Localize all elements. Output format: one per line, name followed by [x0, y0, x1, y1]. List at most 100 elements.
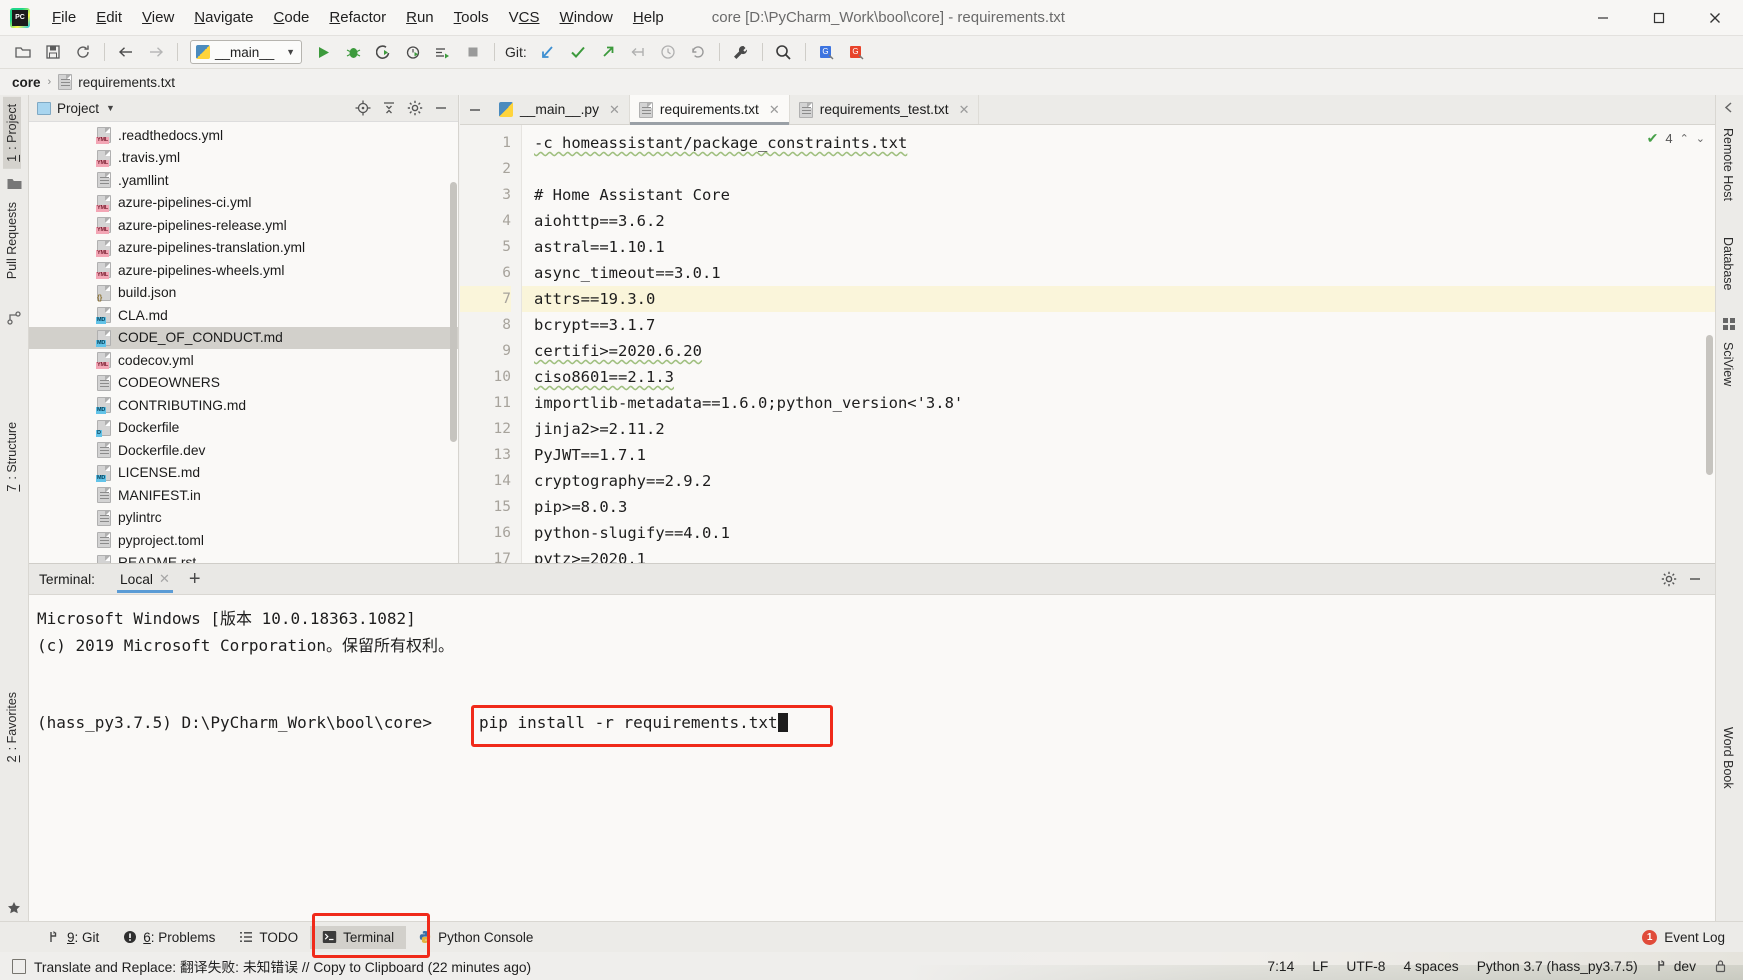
collapse-all-icon[interactable] [378, 98, 400, 118]
list-item[interactable]: MD LICENSE.md [29, 462, 458, 485]
debug-button[interactable] [338, 39, 368, 65]
list-item[interactable]: {} build.json [29, 282, 458, 305]
line-separator[interactable]: LF [1312, 959, 1328, 974]
collapse-right-icon[interactable] [1722, 101, 1737, 114]
hide-panel-icon[interactable] [430, 98, 452, 118]
bottom-tab-todo[interactable]: TODO [227, 926, 310, 949]
stop-button[interactable] [458, 39, 488, 65]
code-editor[interactable]: 1 2 3 4 5 6 7 8 9 10 11 12 13 14 15 16 1… [460, 125, 1715, 563]
sidebar-tab-database[interactable]: Database [1719, 230, 1737, 298]
event-log-button[interactable]: 1 Event Log [1642, 929, 1743, 945]
run-coverage-button[interactable] [368, 39, 398, 65]
breadcrumb-root[interactable]: core [12, 75, 41, 90]
git-branch-indicator[interactable]: dev [1656, 959, 1696, 974]
back-arrow-icon[interactable] [111, 39, 141, 65]
project-scrollbar[interactable] [450, 182, 457, 442]
gear-icon[interactable] [1661, 571, 1677, 587]
list-item[interactable]: pyproject.toml [29, 529, 458, 552]
git-push-icon[interactable] [593, 39, 623, 65]
bottom-tab-problems[interactable]: 6: Problems [111, 926, 227, 949]
git-merge-icon[interactable] [623, 39, 653, 65]
indent-setting[interactable]: 4 spaces [1403, 959, 1458, 974]
git-commit-icon[interactable] [563, 39, 593, 65]
translate-red-icon[interactable]: G [842, 39, 872, 65]
new-terminal-button[interactable]: + [189, 569, 201, 589]
list-item[interactable]: YML .readthedocs.yml [29, 124, 458, 147]
list-item[interactable]: YML codecov.yml [29, 349, 458, 372]
menu-item-refactor[interactable]: Refactor [319, 7, 396, 28]
tab-requirements-txt[interactable]: requirements.txt ✕ [629, 95, 790, 125]
profile-button[interactable] [398, 39, 428, 65]
bottom-tab-python-console[interactable]: Python Console [406, 926, 545, 949]
save-all-icon[interactable] [38, 39, 68, 65]
terminal-tab-local[interactable]: Local ✕ [113, 564, 177, 595]
sidebar-tab-structure[interactable]: 7: Structure [3, 415, 21, 499]
python-interpreter[interactable]: Python 3.7 (hass_py3.7.5) [1477, 959, 1638, 974]
list-item[interactable]: MANIFEST.in [29, 484, 458, 507]
git-history-icon[interactable] [653, 39, 683, 65]
git-revert-icon[interactable] [683, 39, 713, 65]
terminal-output[interactable]: Microsoft Windows [版本 10.0.18363.1082] (… [29, 595, 1715, 922]
close-icon[interactable]: ✕ [959, 102, 970, 118]
list-item[interactable]: Dockerfile.dev [29, 439, 458, 462]
list-item[interactable]: MD CONTRIBUTING.md [29, 394, 458, 417]
close-icon[interactable]: ✕ [159, 571, 170, 587]
menu-item-view[interactable]: View [132, 7, 184, 28]
editor-scrollbar[interactable] [1706, 335, 1713, 475]
forward-arrow-icon[interactable] [141, 39, 171, 65]
list-item[interactable]: RST README.rst [29, 552, 458, 563]
list-item[interactable]: YML azure-pipelines-translation.yml [29, 237, 458, 260]
caret-position[interactable]: 7:14 [1267, 959, 1294, 974]
run-configuration-selector[interactable]: __main__ ▼ [190, 40, 302, 64]
close-icon[interactable]: ✕ [769, 102, 780, 118]
list-item[interactable]: D Dockerfile [29, 417, 458, 440]
terminal-command-input[interactable]: pip install -r requirements.txt [479, 713, 788, 732]
hide-terminal-icon[interactable] [1687, 572, 1703, 586]
bottom-tab-terminal[interactable]: Terminal [310, 925, 407, 949]
list-item[interactable]: .yamllint [29, 169, 458, 192]
menu-item-run[interactable]: Run [396, 7, 444, 28]
list-item[interactable]: YML .travis.yml [29, 147, 458, 170]
list-item[interactable]: YML azure-pipelines-wheels.yml [29, 259, 458, 282]
list-item[interactable]: YML azure-pipelines-ci.yml [29, 192, 458, 215]
sidebar-tab-pull-requests[interactable]: Pull Requests [3, 195, 21, 286]
sidebar-tab-remote-host[interactable]: Remote Host [1719, 121, 1737, 208]
folder-icon[interactable] [7, 177, 22, 190]
list-item[interactable]: pylintrc [29, 507, 458, 530]
list-item-selected[interactable]: MD CODE_OF_CONDUCT.md [29, 326, 458, 349]
open-folder-icon[interactable] [8, 39, 38, 65]
close-button[interactable] [1687, 0, 1743, 36]
menu-item-vcs[interactable]: VCS [499, 7, 550, 28]
menu-item-navigate[interactable]: Navigate [184, 7, 263, 28]
minimize-button[interactable] [1575, 0, 1631, 36]
run-with-params-button[interactable] [428, 39, 458, 65]
menu-item-edit[interactable]: Edit [86, 7, 132, 28]
run-button[interactable] [308, 39, 338, 65]
hide-editor-icon[interactable] [460, 95, 490, 124]
chevron-down-icon[interactable]: ▼ [106, 103, 115, 113]
inspection-widget[interactable]: ✔ 4 ⌃ ⌄ [1647, 130, 1705, 147]
chevron-down-icon[interactable]: ⌄ [1696, 132, 1705, 145]
sidebar-tab-sciview[interactable]: SciView [1719, 335, 1737, 393]
settings-wrench-icon[interactable] [726, 39, 756, 65]
list-item[interactable]: CODEOWNERS [29, 372, 458, 395]
tab-main-py[interactable]: __main__.py ✕ [490, 95, 630, 124]
bottom-tab-git[interactable]: 9: Git [36, 926, 111, 949]
lock-icon[interactable] [1714, 959, 1727, 973]
file-encoding[interactable]: UTF-8 [1346, 959, 1385, 974]
search-icon[interactable] [769, 39, 799, 65]
gear-icon[interactable] [404, 98, 426, 118]
maximize-button[interactable] [1631, 0, 1687, 36]
list-item[interactable]: MD CLA.md [29, 304, 458, 327]
code-text-area[interactable]: ✔ 4 ⌃ ⌄ -c homeassistant/package_constra… [522, 125, 1715, 563]
sidebar-tab-project[interactable]: 1: Project [3, 97, 21, 169]
close-icon[interactable]: ✕ [609, 102, 620, 118]
file-tree[interactable]: YML .readthedocs.yml YML .travis.yml .yaml… [29, 122, 458, 563]
menu-item-tools[interactable]: Tools [444, 7, 499, 28]
git-update-icon[interactable] [533, 39, 563, 65]
tab-requirements-test-txt[interactable]: requirements_test.txt ✕ [790, 95, 980, 124]
sidebar-tab-favorites[interactable]: 2: Favorites [3, 685, 21, 769]
chevron-up-icon[interactable]: ⌃ [1680, 132, 1689, 145]
list-item[interactable]: YML azure-pipelines-release.yml [29, 214, 458, 237]
sidebar-tab-word-book[interactable]: Word Book [1719, 720, 1737, 796]
